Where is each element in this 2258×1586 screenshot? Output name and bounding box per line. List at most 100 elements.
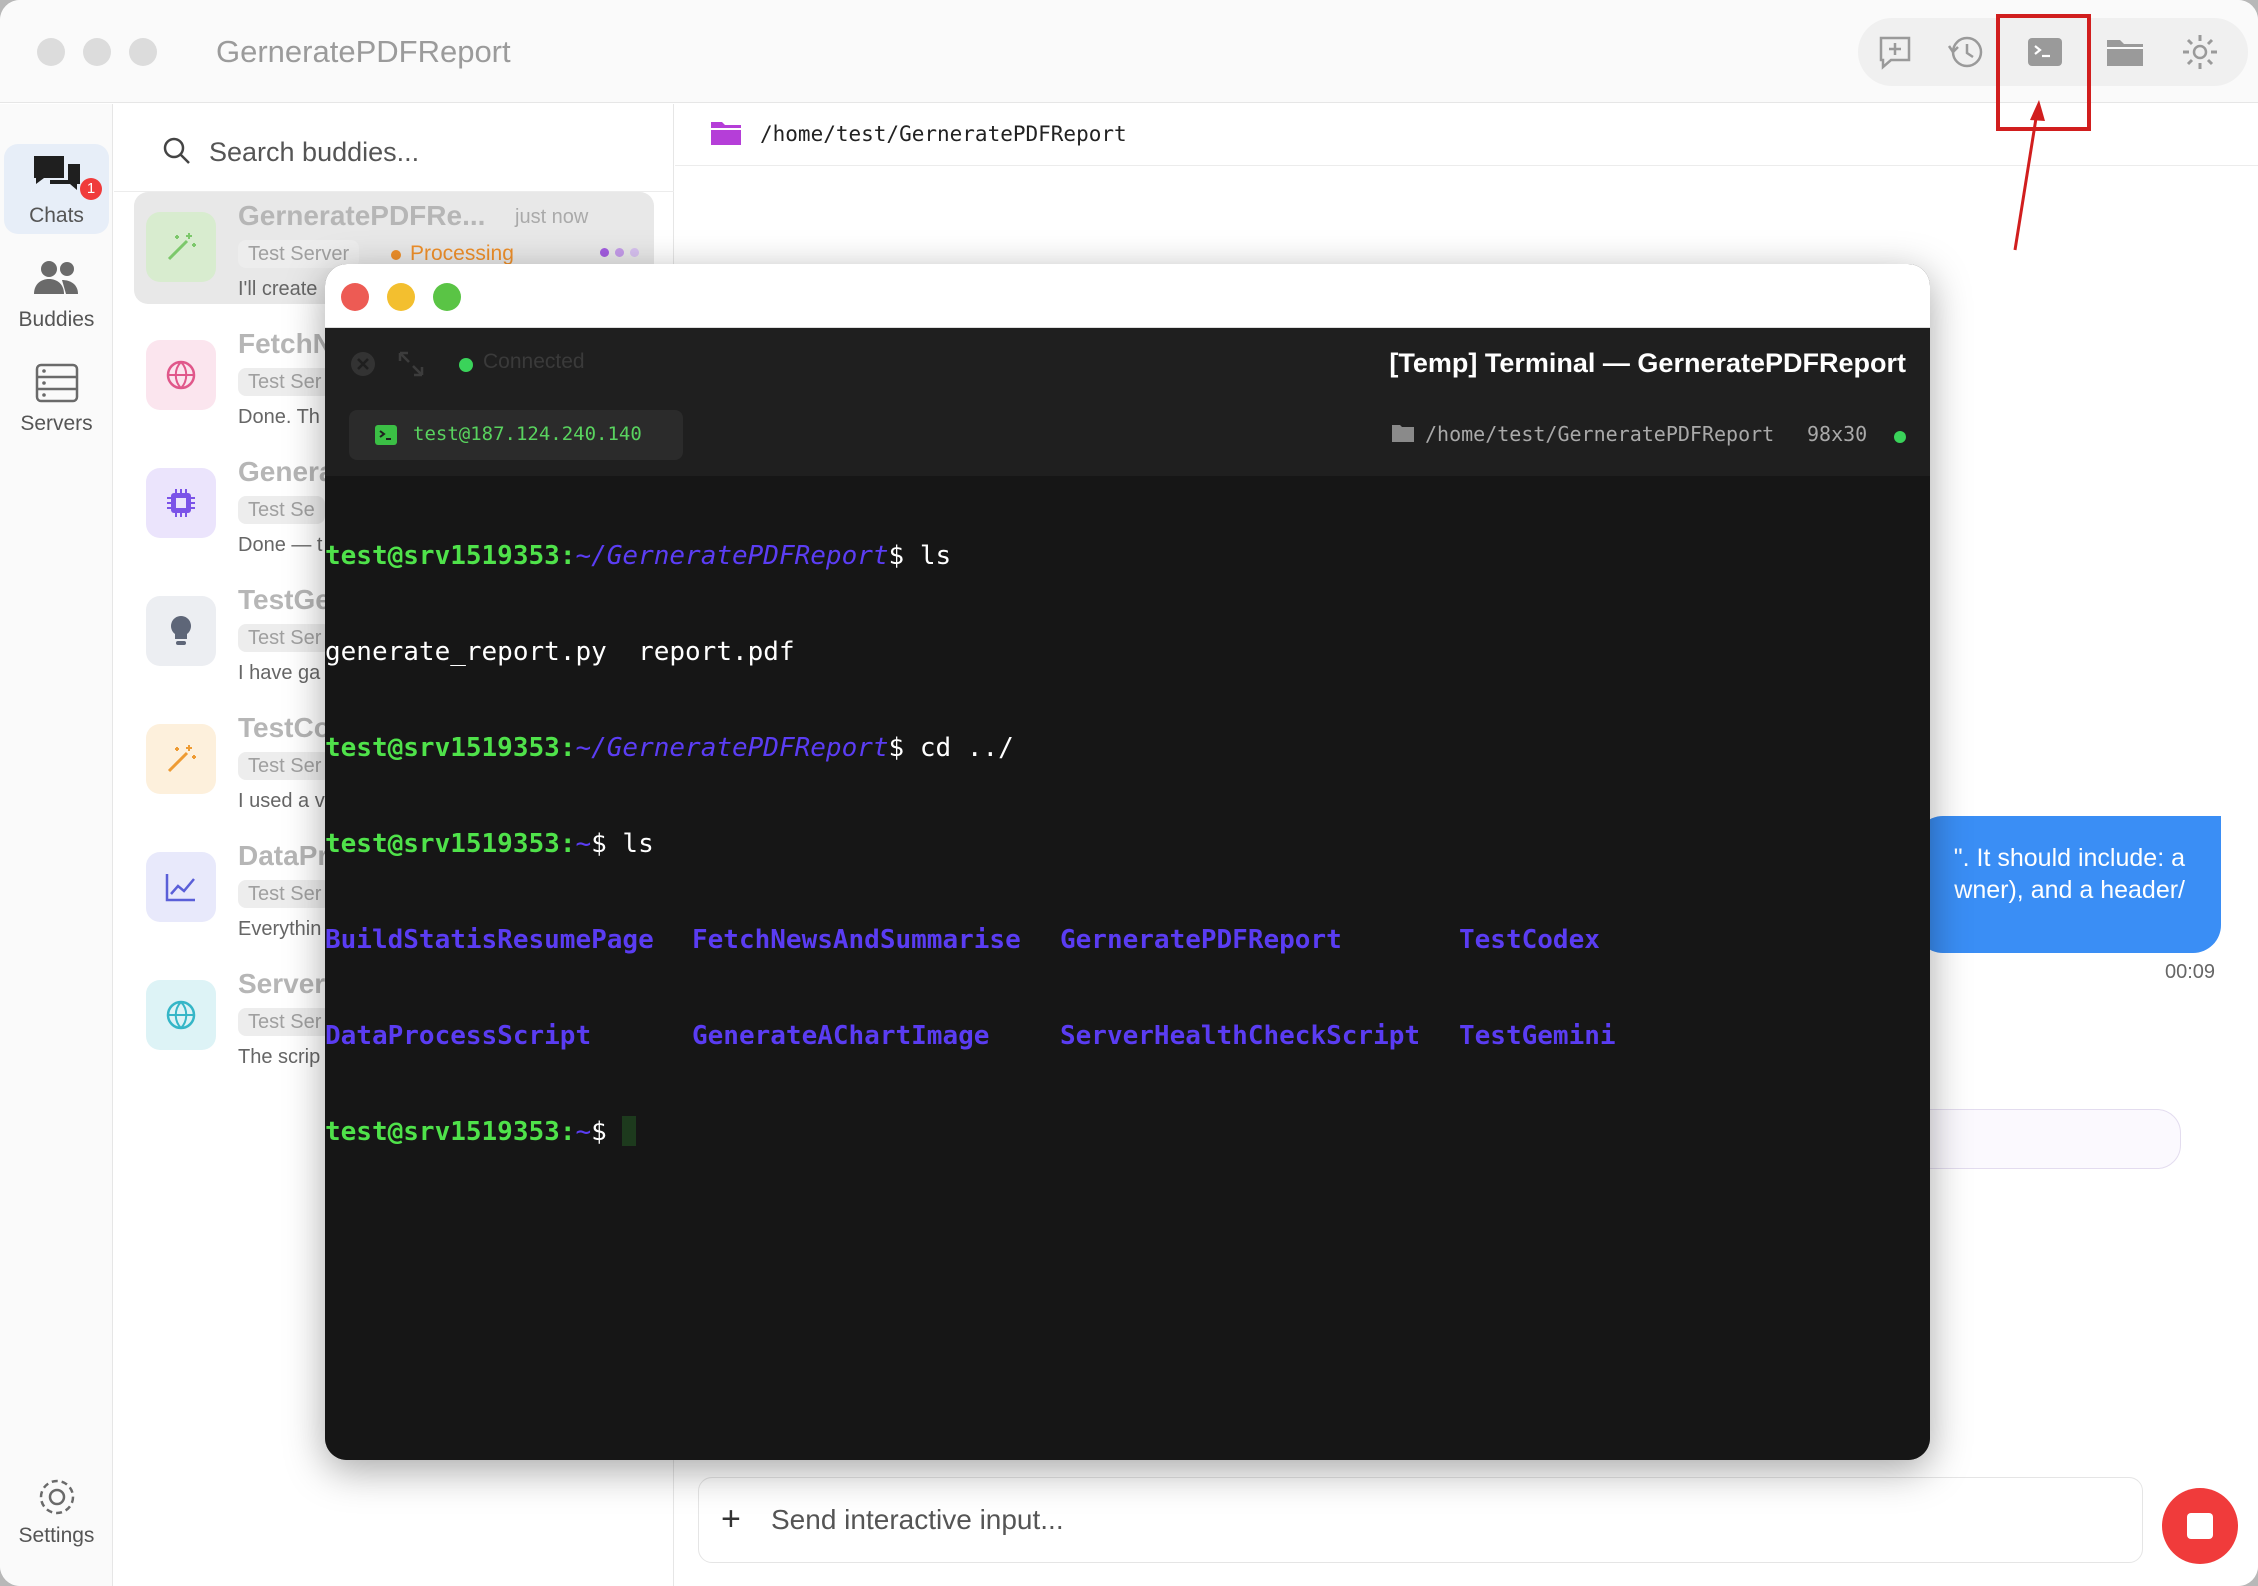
server-tag: Test Ser (238, 880, 332, 908)
close-window-button[interactable] (37, 38, 65, 66)
chat-preview: I used a v (238, 790, 325, 812)
message-line: wner), and a header/ (1954, 876, 2185, 904)
command-text: $ cd ../ (888, 733, 1014, 763)
rail-label-buddies: Buddies (18, 308, 95, 331)
folder-icon (1392, 425, 1414, 442)
connection-status: Connected (483, 350, 585, 373)
expand-icon[interactable] (395, 348, 427, 380)
directory-entry: BuildStatisResumePage (325, 925, 654, 955)
prompt-user: test@srv1519353 (325, 541, 560, 571)
highlight-box (1996, 14, 2091, 131)
lightbulb-icon (146, 596, 216, 666)
stop-button[interactable] (2162, 1488, 2238, 1564)
globe-icon (146, 980, 216, 1050)
message-input[interactable]: Send interactive input... (771, 1504, 1064, 1536)
terminal-line: test@srv1519353:~/GerneratePDFReport$ cd… (325, 733, 1014, 763)
terminal-output[interactable]: test@srv1519353:~/GerneratePDFReport$ ls… (325, 476, 1930, 1460)
window-title: GerneratePDFReport (216, 34, 511, 69)
chat-time: just now (515, 206, 589, 228)
search-bar[interactable]: Search buddies... (114, 104, 674, 192)
command-text: $ (591, 1117, 623, 1147)
history-button[interactable] (1937, 24, 1995, 80)
chart-icon (146, 852, 216, 922)
processing-dot (391, 250, 401, 260)
terminal-header: Connected [Temp] Terminal — GerneratePDF… (325, 328, 1930, 476)
settings-toolbar-button[interactable] (2171, 24, 2229, 80)
prompt-cwd: ~/GerneratePDFReport (575, 733, 889, 763)
directory-listing-row: BuildStatisResumePage FetchNewsAndSummari… (325, 924, 1930, 956)
close-session-icon[interactable] (349, 350, 377, 378)
rail-item-servers[interactable]: Servers (4, 356, 109, 446)
chat-preview: I have ga (238, 662, 321, 684)
user-message-bubble: ". It should include: a wner), and a hea… (1915, 816, 2221, 953)
rail-label-servers: Servers (20, 412, 93, 435)
wand-icon (146, 212, 216, 282)
terminal-line: generate_report.py report.pdf (325, 637, 795, 667)
rail-item-buddies[interactable]: Buddies (4, 252, 109, 342)
rail-item-settings[interactable]: Settings (4, 1466, 109, 1556)
chat-preview: I'll create (238, 278, 318, 300)
chip-icon (146, 468, 216, 538)
directory-entry: DataProcessScript (325, 1021, 592, 1051)
search-icon (163, 137, 190, 164)
directory-entry: ServerHealthCheckScript (1060, 1021, 1421, 1051)
prompt-user: test@srv1519353 (325, 733, 560, 763)
terminal-title: [Temp] Terminal — GerneratePDFReport (1389, 348, 1906, 378)
prompt-cwd: ~/GerneratePDFReport (575, 541, 889, 571)
rail-label-settings: Settings (18, 1524, 95, 1547)
folder-icon (711, 122, 741, 145)
app-window: GerneratePDFReport 1 Chats Buddies Serve… (0, 0, 2258, 1586)
terminal-line: test@srv1519353:~/GerneratePDFReport$ ls (325, 541, 952, 571)
unread-badge: 1 (80, 178, 102, 200)
files-button[interactable] (2096, 24, 2154, 80)
chat-preview: Done. Th (238, 406, 320, 428)
chat-bubbles-icon (34, 156, 80, 190)
chat-name: Genera (238, 456, 335, 487)
ssh-host: test@187.124.240.140 (413, 423, 642, 445)
prompt-user: test@srv1519353 (325, 829, 560, 859)
add-attachment-button[interactable]: + (721, 1500, 741, 1539)
stop-icon (2187, 1513, 2213, 1539)
title-bar: GerneratePDFReport (0, 0, 2258, 103)
thinking-placeholder (1915, 1109, 2181, 1169)
chat-name: GerneratePDFRe... (238, 200, 486, 231)
terminal-line: test@srv1519353:~$ (325, 1116, 1930, 1148)
zoom-terminal-button[interactable] (433, 283, 461, 311)
server-tag: Test Ser (238, 624, 332, 652)
terminal-size: 98x30 (1807, 422, 1868, 446)
status-dot (1894, 431, 1906, 443)
buddies-icon (34, 261, 78, 294)
minimize-window-button[interactable] (83, 38, 111, 66)
host-tab[interactable]: test@187.124.240.140 (349, 410, 683, 460)
new-chat-icon (1879, 36, 1911, 70)
terminal-line: test@srv1519353:~$ ls (325, 829, 654, 859)
server-tag: Test Ser (238, 752, 332, 780)
chat-name: TestGe (238, 584, 331, 615)
working-directory: /home/test/GerneratePDFReport (760, 122, 1127, 146)
directory-entry: GerneratePDFReport (1060, 925, 1342, 955)
directory-entry: FetchNewsAndSummarise (692, 925, 1021, 955)
zoom-window-button[interactable] (129, 38, 157, 66)
typing-indicator (600, 248, 640, 258)
new-chat-button[interactable] (1866, 24, 1924, 80)
directory-entry: TestGemini (1459, 1021, 1616, 1051)
terminal-cursor (622, 1116, 637, 1146)
message-input-bar[interactable]: + Send interactive input... (698, 1477, 2143, 1563)
chat-preview: The scrip (238, 1046, 321, 1068)
gear-icon (2183, 35, 2217, 69)
chat-name: Server (238, 968, 326, 999)
nav-rail: 1 Chats Buddies Servers Settings (0, 104, 113, 1586)
connection-dot (459, 358, 473, 372)
chat-name: TestCo (238, 712, 331, 743)
prompt-cwd: ~ (575, 829, 592, 859)
rail-item-chats[interactable]: 1 Chats (4, 144, 109, 234)
history-icon (1947, 36, 1983, 68)
globe-icon (146, 340, 216, 410)
close-terminal-button[interactable] (341, 283, 369, 311)
rail-label-chats: Chats (29, 204, 84, 227)
search-input[interactable]: Search buddies... (209, 137, 419, 168)
server-tag: Test Ser (238, 1008, 332, 1036)
command-text: $ ls (888, 541, 952, 571)
terminal-title-bar (325, 264, 1930, 328)
minimize-terminal-button[interactable] (387, 283, 415, 311)
